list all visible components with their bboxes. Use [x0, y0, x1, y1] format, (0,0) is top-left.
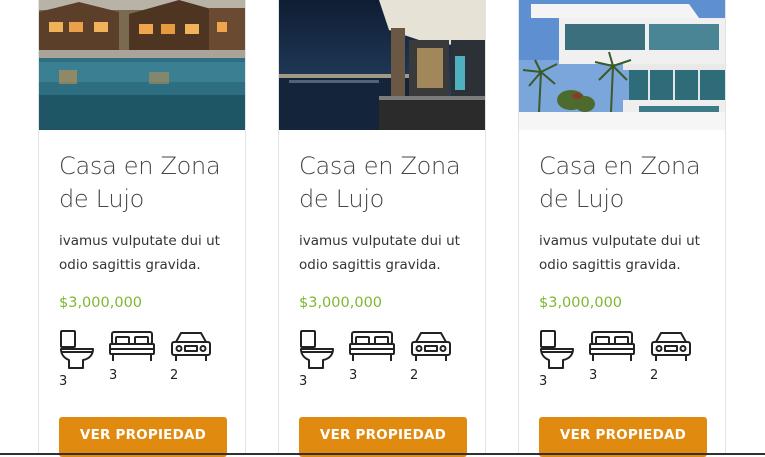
property-card: Casa en Zona de Lujo ivamus vulputate du…: [518, 0, 726, 457]
bathroom-count: 3: [299, 374, 308, 389]
bathroom-count: 3: [59, 374, 68, 389]
property-description: ivamus vulputate dui ut odio sagittis gr…: [59, 233, 220, 273]
bed-icon: [109, 331, 155, 363]
property-card: Casa en Zona de Lujo ivamus vulputate du…: [38, 0, 246, 457]
property-photo[interactable]: [39, 0, 245, 130]
property-title[interactable]: Casa en Zona de Lujo: [59, 150, 239, 216]
parking-count: 2: [410, 368, 419, 383]
toilet-icon: [59, 330, 95, 370]
property-price: $3,000,000: [59, 295, 143, 311]
view-property-button[interactable]: VER PROPIEDAD: [59, 417, 227, 457]
toilet-icon: [539, 330, 575, 370]
car-icon: [170, 331, 212, 363]
property-title[interactable]: Casa en Zona de Lujo: [539, 150, 719, 216]
property-card: Casa en Zona de Lujo ivamus vulputate du…: [278, 0, 486, 457]
property-photo[interactable]: [279, 0, 485, 130]
view-property-button[interactable]: VER PROPIEDAD: [299, 417, 467, 457]
bathroom-count: 3: [539, 374, 548, 389]
property-photo[interactable]: [519, 0, 725, 130]
property-price: $3,000,000: [539, 295, 623, 311]
parking-count: 2: [170, 368, 179, 383]
property-description: ivamus vulputate dui ut odio sagittis gr…: [539, 233, 700, 273]
bed-icon: [589, 331, 635, 363]
property-price: $3,000,000: [299, 295, 383, 311]
property-description: ivamus vulputate dui ut odio sagittis gr…: [299, 233, 460, 273]
view-property-button[interactable]: VER PROPIEDAD: [539, 417, 707, 457]
bed-icon: [349, 331, 395, 363]
car-icon: [410, 331, 452, 363]
bedroom-count: 3: [349, 368, 358, 383]
bedroom-count: 3: [589, 368, 598, 383]
bedroom-count: 3: [109, 368, 118, 383]
toilet-icon: [299, 330, 335, 370]
parking-count: 2: [650, 368, 659, 383]
car-icon: [650, 331, 692, 363]
property-title[interactable]: Casa en Zona de Lujo: [299, 150, 479, 216]
